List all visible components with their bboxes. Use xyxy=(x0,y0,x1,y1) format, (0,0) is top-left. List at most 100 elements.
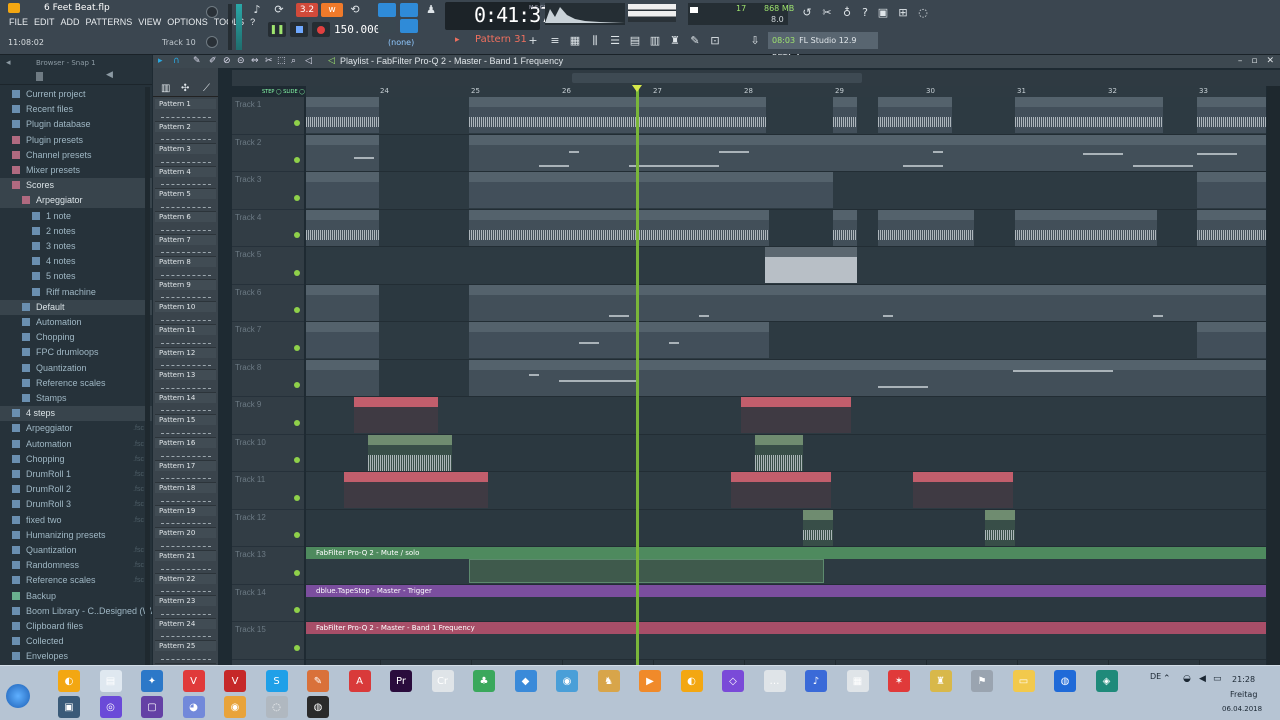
track-enable-led[interactable] xyxy=(294,382,300,388)
typing-keyboard-button[interactable] xyxy=(378,19,396,33)
track-enable-led[interactable] xyxy=(294,457,300,463)
picker-view-icon[interactable]: ▥ xyxy=(161,83,170,94)
menu-view[interactable]: VIEW xyxy=(135,17,164,27)
delete-tool-icon[interactable]: ⊘ xyxy=(223,56,231,66)
track-header[interactable]: Track 14 xyxy=(232,585,304,622)
playlist-icon[interactable]: ≡ xyxy=(548,34,562,48)
menu-add[interactable]: ADD xyxy=(58,17,83,27)
pattern-mode-button[interactable]: 3.2 xyxy=(296,3,318,17)
pattern-clip[interactable]: Pattern 27 xyxy=(833,359,1197,396)
snap-value[interactable]: (none) xyxy=(388,38,414,47)
automation-clip[interactable]: LOW-HIT_Backdoor - Channel volume #2 xyxy=(344,472,488,508)
help-icon[interactable]: ? xyxy=(858,6,872,20)
pattern-clip[interactable]: Pattern 26 xyxy=(469,359,833,396)
play-button[interactable]: ❚❚ xyxy=(268,22,286,37)
pattern-item[interactable]: Pattern 2 xyxy=(155,121,216,145)
network-icon[interactable]: ◒ xyxy=(1183,674,1191,684)
browser-item[interactable]: Collected xyxy=(0,634,152,649)
track-header[interactable]: Track 2 xyxy=(232,135,304,172)
pattern-item[interactable]: Pattern 22 xyxy=(155,573,216,597)
tempo-display[interactable]: 150.000 xyxy=(334,23,380,36)
track-enable-led[interactable] xyxy=(294,157,300,163)
automation-clip[interactable]: LOW-HIT_Backd...nel volume #3 xyxy=(913,472,1013,508)
app-icon[interactable]: ♪ xyxy=(805,670,827,692)
browser-item[interactable]: Channel presets xyxy=(0,148,152,163)
app-icon[interactable]: ▣ xyxy=(58,696,80,718)
playlist-grid[interactable]: Pattern 15 Pattern 18 Pattern 19 Pattern… xyxy=(306,97,1266,665)
track-enable-led[interactable] xyxy=(294,307,300,313)
browser-item[interactable]: DrumRoll 2 .fsc xyxy=(0,482,152,497)
automation-lane-band-frequency[interactable]: FabFilter Pro-Q 2 - Master - Band 1 Freq… xyxy=(306,622,1266,634)
pattern-item[interactable]: Pattern 12 xyxy=(155,347,216,371)
app-icon[interactable]: ◎ xyxy=(99,696,122,718)
playlist-scrollbar[interactable] xyxy=(1267,86,1280,665)
browser-item[interactable]: Chopping xyxy=(0,330,152,345)
track-header[interactable]: Track 6 xyxy=(232,285,304,322)
browser-item[interactable]: Envelopes xyxy=(0,649,152,664)
pattern-clip[interactable]: Pattern 25 xyxy=(1197,322,1266,358)
download-icon[interactable]: ⇩ xyxy=(748,34,762,48)
browser-item[interactable]: Automation .fsc xyxy=(0,437,152,452)
pattern-clip[interactable]: Pattern 10 xyxy=(833,284,1197,321)
browser-item[interactable]: fixed two .fsc xyxy=(0,513,152,528)
browser-icon[interactable]: ▤ xyxy=(628,34,642,48)
track-enable-led[interactable] xyxy=(294,269,300,276)
save-icon[interactable]: ▣ xyxy=(876,6,890,20)
audio-clip[interactable] xyxy=(306,209,379,246)
playlist-nav-icon[interactable]: ◁ xyxy=(328,56,335,66)
audio-clip[interactable] xyxy=(469,97,766,133)
browser-item[interactable]: Automation xyxy=(0,315,152,330)
pattern-item[interactable]: Pattern 20 xyxy=(155,528,216,551)
chat-icon[interactable]: ◌ xyxy=(916,6,930,20)
browser-item[interactable]: 5 notes xyxy=(0,269,152,284)
media-icon[interactable]: ▶ xyxy=(639,670,661,692)
app-icon[interactable]: ◈ xyxy=(1095,670,1118,692)
pattern-clip[interactable]: Pattern 15 xyxy=(306,134,379,171)
track-enable-led[interactable] xyxy=(294,419,300,426)
visual-studio-icon[interactable]: ◇ xyxy=(722,670,744,692)
voicemeeter-icon[interactable]: V xyxy=(224,670,246,692)
chrome-icon[interactable]: ◉ xyxy=(224,696,246,718)
mic-icon[interactable]: ♁ xyxy=(840,6,854,20)
browser-menu-icon[interactable]: ◂ xyxy=(6,58,11,68)
pattern-item[interactable]: Pattern 1 xyxy=(155,99,216,122)
browser-item[interactable]: Quantization xyxy=(0,361,152,376)
folder-icon[interactable]: ▭ xyxy=(1012,670,1035,692)
audio-clip[interactable]: LOW-HIT_Backdoor xyxy=(368,434,452,471)
audio-clip[interactable] xyxy=(878,209,974,246)
pattern-item[interactable]: Pattern 4 xyxy=(155,166,216,190)
browser-item[interactable]: Clipboard files xyxy=(0,619,152,634)
pattern-item[interactable]: Pattern 21 xyxy=(155,551,216,574)
pattern-clip[interactable]: Pattern 8 xyxy=(1197,284,1266,321)
app-icon[interactable]: ✶ xyxy=(888,670,910,692)
browser-item[interactable]: Plugin presets xyxy=(0,133,152,148)
song-mode-button[interactable]: w xyxy=(321,3,343,17)
loop-icon[interactable]: ⟳ xyxy=(272,3,286,17)
browser-item[interactable]: Arpeggiator .fsc xyxy=(0,421,152,436)
draw-tool-icon[interactable]: ✎ xyxy=(193,56,201,66)
pattern-item[interactable]: Pattern 3 xyxy=(155,144,216,167)
track-enable-led[interactable] xyxy=(294,644,300,651)
browser-item[interactable]: 4 notes xyxy=(0,254,152,269)
track-header[interactable]: Track 1 xyxy=(232,97,304,135)
browser-item[interactable]: Randomness .fsc xyxy=(0,558,152,573)
wait-icon[interactable]: ♟ xyxy=(424,3,438,17)
track-enable-led[interactable] xyxy=(294,194,300,201)
system-time[interactable]: 21:28 xyxy=(1232,675,1255,684)
channel-rack-icon[interactable]: ☰ xyxy=(608,34,622,48)
zoom-tool-icon[interactable]: ⌕ xyxy=(291,56,296,66)
menu-help[interactable]: ? xyxy=(247,17,258,27)
automation-lane-mute-solo[interactable]: FabFilter Pro-Q 2 - Mute / solo xyxy=(306,547,1266,559)
project-icon[interactable]: ♜ xyxy=(668,34,682,48)
track-header[interactable]: Track 7 xyxy=(232,322,304,360)
notepad-icon[interactable]: ▤ xyxy=(99,670,122,692)
overview-bar[interactable] xyxy=(232,70,1280,86)
notification-icon[interactable]: ▭ xyxy=(1213,674,1222,684)
pattern-item[interactable]: Pattern 11 xyxy=(155,325,216,348)
piano-roll-icon[interactable]: ▦ xyxy=(568,34,582,48)
audio-clip[interactable]: LO..r xyxy=(985,509,1015,546)
browser-item[interactable]: Current project xyxy=(0,87,152,102)
app-icon[interactable]: ✎ xyxy=(307,670,329,692)
pattern-clip[interactable]: Pattern 9 xyxy=(469,284,833,321)
app-icon[interactable]: ◉ xyxy=(556,670,578,692)
